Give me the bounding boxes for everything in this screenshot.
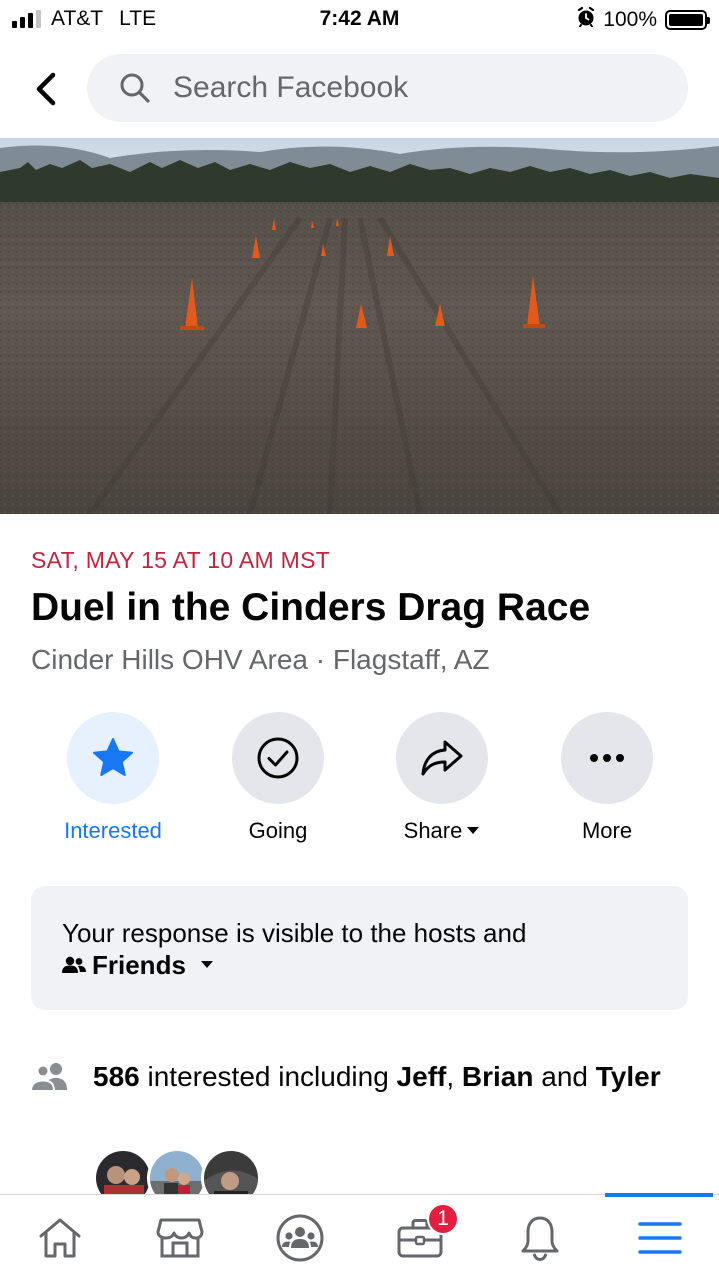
tab-home[interactable] [1, 1195, 119, 1279]
alarm-icon [577, 6, 595, 33]
caret-down-icon [467, 827, 480, 834]
friends-icon [62, 956, 86, 973]
share-label-text: Share [403, 818, 463, 843]
bottom-tab-bar: 1 [0, 1193, 719, 1279]
interested-count: 586 [93, 1061, 140, 1092]
status-bar: AT&T LTE 7:42 AM 100% [0, 0, 719, 40]
going-button[interactable]: Going [196, 712, 360, 844]
interested-label: Interested [64, 818, 162, 843]
event-title: Duel in the Cinders Drag Race [31, 586, 591, 629]
share-arrow-icon [421, 740, 463, 776]
going-label: Going [248, 818, 308, 843]
friend-name: Tyler [595, 1061, 661, 1092]
bell-icon [521, 1216, 559, 1261]
chevron-left-icon [36, 72, 56, 106]
tab-jobs[interactable]: 1 [361, 1195, 479, 1279]
star-icon [93, 738, 133, 776]
more-button[interactable]: More [525, 712, 689, 844]
interested-text: 586 interested including Jeff, Brian and… [93, 1061, 661, 1092]
event-actions: Interested Going Share More [0, 712, 719, 852]
interested-avatars[interactable] [93, 1148, 261, 1208]
search-input[interactable] [173, 71, 593, 105]
tab-notifications[interactable] [481, 1195, 599, 1279]
share-label: Share [360, 818, 524, 844]
header [0, 54, 719, 124]
notification-badge: 1 [427, 1203, 459, 1235]
battery-icon [665, 10, 710, 30]
people-icon [31, 1063, 67, 1092]
groups-icon [276, 1214, 324, 1261]
friend-name: Brian [461, 1061, 534, 1092]
response-text: Your response is visible to the hosts an… [62, 918, 527, 948]
response-visibility-box: Your response is visible to the hosts an… [31, 886, 688, 1010]
status-right: 100% [577, 6, 710, 33]
check-circle-icon [257, 737, 299, 779]
audience-selector[interactable]: Friends [62, 949, 657, 981]
interested-button[interactable]: Interested [31, 712, 195, 844]
tab-menu[interactable] [601, 1195, 719, 1279]
share-circle[interactable] [396, 712, 488, 804]
more-label: More [581, 818, 633, 843]
search-icon [120, 73, 150, 103]
back-button[interactable] [26, 68, 66, 110]
caret-down-icon [200, 961, 213, 968]
going-circle[interactable] [232, 712, 324, 804]
tab-marketplace[interactable] [121, 1195, 239, 1279]
more-circle[interactable] [561, 712, 653, 804]
interested-circle[interactable] [67, 712, 159, 804]
event-cover-photo[interactable] [0, 138, 719, 514]
search-bar[interactable] [87, 54, 688, 122]
marketplace-icon [156, 1218, 204, 1257]
battery-percent: 100% [603, 8, 657, 31]
event-location[interactable]: Cinder Hills OHV Area · Flagstaff, AZ [31, 644, 490, 676]
share-button[interactable]: Share [360, 712, 524, 844]
friend-name: Jeff [396, 1061, 447, 1092]
audience-label: Friends [92, 950, 186, 980]
tab-groups[interactable] [241, 1195, 359, 1279]
more-dots-icon [590, 754, 624, 762]
home-icon [39, 1218, 81, 1257]
event-date: SAT, MAY 15 AT 10 AM MST [31, 547, 331, 573]
menu-icon [638, 1221, 682, 1254]
